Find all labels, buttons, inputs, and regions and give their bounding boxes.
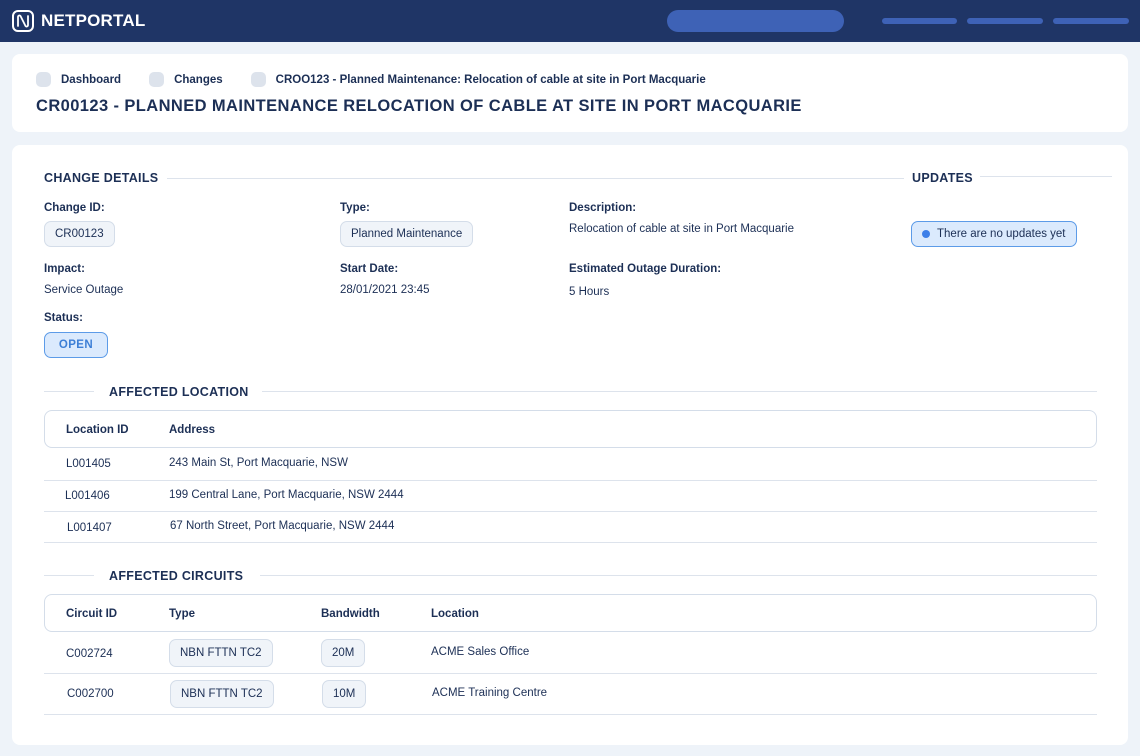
affected-circuits-title: AFFECTED CIRCUITS bbox=[109, 569, 244, 583]
start-date-label: Start Date: bbox=[340, 263, 399, 275]
circuit-type-chip: NBN FTTN TC2 bbox=[170, 680, 274, 708]
circuit-id-cell: C002724 bbox=[66, 648, 113, 660]
duration-label: Estimated Outage Duration: bbox=[569, 263, 722, 275]
location-id-cell: L001407 bbox=[67, 522, 112, 534]
location-id-cell: L001406 bbox=[65, 490, 110, 502]
divider bbox=[167, 178, 904, 179]
breadcrumb-label: Changes bbox=[174, 73, 223, 86]
change-id-value: CR00123 bbox=[44, 221, 115, 247]
updates-status-badge: There are no updates yet bbox=[911, 221, 1077, 247]
type-value: Planned Maintenance bbox=[340, 221, 474, 247]
divider bbox=[260, 575, 1097, 576]
address-cell: 199 Central Lane, Port Macquarie, NSW 24… bbox=[169, 489, 404, 501]
updates-title: UPDATES bbox=[912, 171, 973, 185]
column-header-bandwidth[interactable]: Bandwidth bbox=[321, 608, 380, 620]
bandwidth-chip: 10M bbox=[322, 680, 367, 708]
column-header-type[interactable]: Type bbox=[169, 608, 195, 620]
nav-item-3[interactable] bbox=[1053, 18, 1129, 24]
status-label: Status: bbox=[44, 312, 83, 324]
breadcrumb-label: CROO123 - Planned Maintenance: Relocatio… bbox=[275, 73, 706, 86]
change-detail-card: CHANGE DETAILS UPDATES Change ID: CR0012… bbox=[12, 145, 1128, 745]
divider bbox=[262, 391, 1097, 392]
breadcrumb-item-current[interactable]: CROO123 - Planned Maintenance: Relocatio… bbox=[250, 72, 706, 87]
description-label: Description: bbox=[569, 202, 637, 214]
divider bbox=[44, 391, 94, 392]
column-header-address[interactable]: Address bbox=[169, 424, 215, 436]
divider bbox=[980, 176, 1112, 177]
breadcrumb-label: Dashboard bbox=[61, 73, 122, 86]
row-divider bbox=[44, 480, 1097, 481]
circuit-id-cell: C002700 bbox=[67, 688, 114, 700]
impact-value: Service Outage bbox=[44, 284, 124, 296]
column-header-location[interactable]: Location bbox=[431, 608, 479, 620]
description-value: Relocation of cable at site in Port Macq… bbox=[569, 223, 795, 235]
circuits-table-header: Circuit ID Type Bandwidth Location bbox=[44, 594, 1097, 632]
circuit-location-cell: ACME Training Centre bbox=[432, 687, 548, 699]
nav-item-2[interactable] bbox=[967, 18, 1043, 24]
type-label: Type: bbox=[340, 202, 370, 214]
start-date-value: 28/01/2021 23:45 bbox=[340, 284, 430, 296]
updates-message: There are no updates yet bbox=[937, 228, 1066, 240]
top-navbar: NETPORTAL bbox=[0, 0, 1140, 42]
column-header-circuit-id[interactable]: Circuit ID bbox=[66, 608, 117, 620]
change-id-label: Change ID: bbox=[44, 202, 105, 214]
search-bar[interactable] bbox=[667, 10, 844, 32]
affected-location-title: AFFECTED LOCATION bbox=[109, 385, 249, 399]
change-details-title: CHANGE DETAILS bbox=[44, 171, 159, 185]
column-header-location-id[interactable]: Location ID bbox=[66, 424, 129, 436]
breadcrumb-item-dashboard[interactable]: Dashboard bbox=[36, 72, 121, 87]
netportal-logo-icon bbox=[12, 10, 34, 32]
address-cell: 67 North Street, Port Macquarie, NSW 244… bbox=[170, 520, 395, 532]
address-cell: 243 Main St, Port Macquarie, NSW bbox=[169, 457, 348, 469]
dot-icon bbox=[922, 230, 930, 238]
status-badge: OPEN bbox=[44, 332, 108, 358]
row-divider bbox=[44, 542, 1097, 543]
duration-value: 5 Hours bbox=[569, 286, 610, 298]
divider bbox=[44, 575, 94, 576]
row-divider bbox=[44, 673, 1097, 674]
page-header-card: Dashboard Changes CROO123 - Planned Main… bbox=[12, 54, 1128, 132]
breadcrumb-item-changes[interactable]: Changes bbox=[149, 72, 223, 87]
nav-item-1[interactable] bbox=[882, 18, 957, 24]
bandwidth-chip: 20M bbox=[321, 639, 366, 667]
app-logo[interactable]: NETPORTAL bbox=[12, 10, 145, 32]
breadcrumb: Dashboard Changes CROO123 - Planned Main… bbox=[36, 72, 734, 87]
circuit-type-chip: NBN FTTN TC2 bbox=[169, 639, 273, 667]
page-title: CR00123 - PLANNED MAINTENANCE RELOCATION… bbox=[36, 97, 802, 115]
row-divider bbox=[44, 714, 1097, 715]
location-id-cell: L001405 bbox=[66, 458, 111, 470]
dashboard-icon bbox=[36, 72, 51, 87]
location-table-header: Location ID Address bbox=[44, 410, 1097, 448]
changes-icon bbox=[149, 72, 165, 87]
row-divider bbox=[44, 511, 1097, 512]
change-record-icon bbox=[250, 72, 266, 87]
impact-label: Impact: bbox=[44, 263, 85, 275]
app-name: NETPORTAL bbox=[41, 11, 146, 30]
circuit-location-cell: ACME Sales Office bbox=[431, 646, 530, 658]
